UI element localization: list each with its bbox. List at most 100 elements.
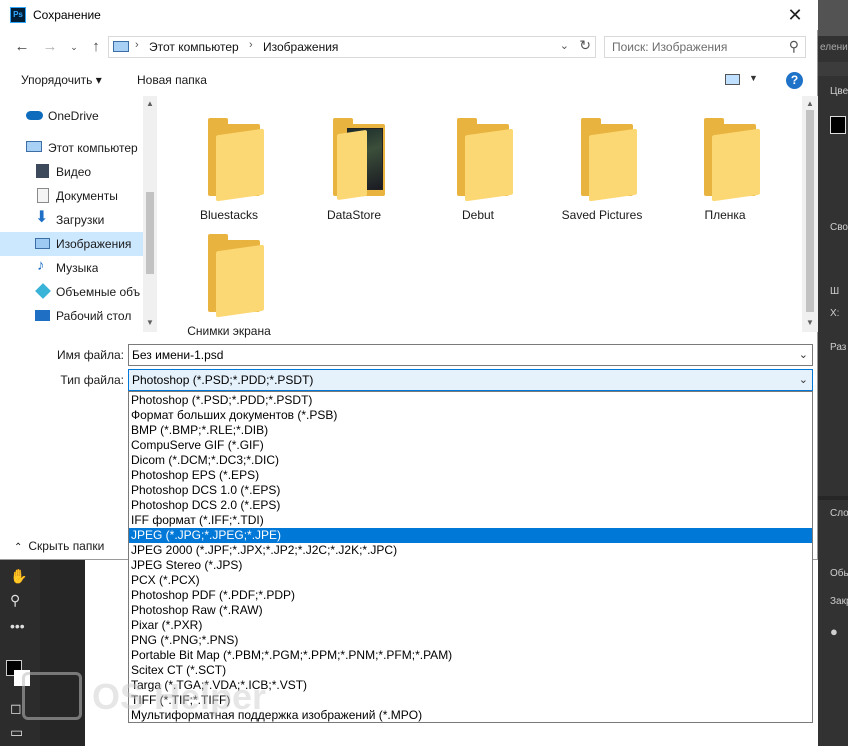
filename-input[interactable] bbox=[132, 347, 782, 363]
address-bar[interactable]: › Этот компьютер › Изображения ⌄ ↻ bbox=[108, 36, 596, 58]
ps-panel-properties: Сво bbox=[830, 222, 848, 233]
eye-icon[interactable]: ● bbox=[830, 624, 838, 639]
filetype-option[interactable]: Photoshop (*.PSD;*.PDD;*.PSDT) bbox=[129, 393, 812, 408]
help-icon[interactable]: ? bbox=[786, 72, 803, 89]
search-box[interactable]: ⚲ bbox=[604, 36, 806, 58]
search-icon[interactable]: ⚲ bbox=[789, 38, 799, 55]
sidebar-item-videos[interactable]: Видео bbox=[0, 160, 143, 184]
scroll-down-icon[interactable]: ▼ bbox=[143, 318, 157, 327]
filetype-option[interactable]: JPEG Stereo (*.JPS) bbox=[129, 558, 812, 573]
sidebar-item-3d-objects[interactable]: Объемные объ bbox=[0, 280, 143, 304]
chevron-up-icon: ⌃ bbox=[14, 542, 23, 553]
folder-item[interactable]: Bluestacks bbox=[174, 104, 284, 222]
filetype-option[interactable]: PNG (*.PNG;*.PNS) bbox=[129, 633, 812, 648]
up-arrow-icon[interactable]: ↑ bbox=[86, 37, 106, 57]
close-button[interactable]: ✕ bbox=[772, 0, 818, 30]
forward-arrow-icon[interactable]: → bbox=[40, 37, 60, 57]
filetype-option[interactable]: Pixar (*.PXR) bbox=[129, 618, 812, 633]
window-title: Сохранение bbox=[33, 8, 101, 22]
sidebar-item-label: Музыка bbox=[56, 261, 99, 275]
quick-mask-icon[interactable]: ◻ bbox=[10, 700, 22, 717]
breadcrumb-pictures[interactable]: Изображения bbox=[263, 40, 338, 54]
filetype-dropdown-list: Photoshop (*.PSD;*.PDD;*.PSDT) Формат бол… bbox=[128, 391, 813, 723]
ps-tab-label: еление bbox=[820, 42, 848, 53]
scroll-up-icon[interactable]: ▲ bbox=[143, 99, 157, 108]
hand-tool-icon[interactable]: ✋ bbox=[10, 568, 27, 585]
folder-icon bbox=[457, 118, 513, 202]
back-arrow-icon[interactable]: ← bbox=[12, 37, 32, 57]
view-options-icon[interactable] bbox=[725, 74, 740, 85]
desktop-icon bbox=[35, 310, 50, 321]
scroll-down-icon[interactable]: ▼ bbox=[802, 318, 818, 327]
organize-button[interactable]: Упорядочить ▾ bbox=[21, 73, 102, 87]
sidebar-item-pictures[interactable]: Изображения bbox=[0, 232, 143, 256]
sidebar-item-this-pc[interactable]: Этот компьютер bbox=[0, 136, 143, 160]
screen-mode-icon[interactable]: ▭ bbox=[10, 724, 23, 741]
folder-item[interactable]: Debut bbox=[423, 104, 533, 222]
foreground-color-swatch[interactable] bbox=[830, 116, 846, 134]
filetype-option[interactable]: BMP (*.BMP;*.RLE;*.DIB) bbox=[129, 423, 812, 438]
sidebar-item-onedrive[interactable]: OneDrive bbox=[0, 104, 143, 128]
sidebar-item-label: Объемные объ bbox=[56, 285, 141, 299]
photoshop-right-panel: еление Цве Сво Ш Х: Раз Сло Обы Закр ● bbox=[818, 0, 848, 746]
filetype-option[interactable]: Photoshop Raw (*.RAW) bbox=[129, 603, 812, 618]
address-dropdown-icon[interactable]: ⌄ bbox=[560, 39, 569, 52]
filename-dropdown-icon[interactable]: ⌄ bbox=[799, 348, 808, 361]
filetype-option[interactable]: PCX (*.PCX) bbox=[129, 573, 812, 588]
filename-combobox[interactable]: ⌄ bbox=[128, 344, 813, 366]
scroll-up-icon[interactable]: ▲ bbox=[802, 99, 818, 108]
filetype-dropdown-icon[interactable]: ⌄ bbox=[799, 373, 808, 386]
navigation-pane: OneDrive Этот компьютер Видео Документы … bbox=[0, 96, 157, 332]
scrollbar-thumb[interactable] bbox=[146, 192, 154, 274]
filetype-option[interactable]: Photoshop PDF (*.PDF;*.PDP) bbox=[129, 588, 812, 603]
filetype-option[interactable]: Portable Bit Map (*.PBM;*.PGM;*.PPM;*.PN… bbox=[129, 648, 812, 663]
breadcrumb-chevron-icon[interactable]: › bbox=[249, 39, 253, 51]
folder-item[interactable]: DataStore bbox=[299, 104, 409, 222]
command-bar: Упорядочить ▾ Новая папка bbox=[0, 66, 818, 94]
sidebar-item-music[interactable]: ♪ Музыка bbox=[0, 256, 143, 280]
view-dropdown-icon[interactable]: ▼ bbox=[749, 73, 758, 83]
new-folder-button[interactable]: Новая папка bbox=[137, 73, 207, 87]
filetype-option[interactable]: Photoshop DCS 1.0 (*.EPS) bbox=[129, 483, 812, 498]
sidebar-item-label: Загрузки bbox=[56, 213, 105, 227]
folder-item[interactable]: Saved Pictures bbox=[547, 104, 657, 222]
filetype-option[interactable]: JPEG (*.JPG;*.JPEG;*.JPE) bbox=[129, 528, 812, 543]
scrollbar-thumb[interactable] bbox=[806, 110, 814, 312]
folder-name: Пленка bbox=[704, 208, 746, 222]
filetype-option[interactable]: Photoshop DCS 2.0 (*.EPS) bbox=[129, 498, 812, 513]
sidebar-item-desktop[interactable]: Рабочий стол bbox=[0, 304, 143, 328]
refresh-icon[interactable]: ↻ bbox=[579, 37, 591, 54]
folder-item[interactable]: Снимки экрана bbox=[174, 220, 284, 338]
filetype-option[interactable]: Photoshop EPS (*.EPS) bbox=[129, 468, 812, 483]
filetype-option[interactable]: Формат больших документов (*.PSB) bbox=[129, 408, 812, 423]
zoom-tool-icon[interactable]: ⚲ bbox=[10, 592, 20, 609]
search-input[interactable] bbox=[606, 38, 776, 56]
sidebar-item-downloads[interactable]: ⬇ Загрузки bbox=[0, 208, 143, 232]
recent-locations-chevron-icon[interactable]: ⌄ bbox=[64, 37, 84, 57]
computer-icon bbox=[26, 141, 42, 152]
filetype-option[interactable]: Dicom (*.DCM;*.DC3;*.DIC) bbox=[129, 453, 812, 468]
filetype-option[interactable]: IFF формат (*.IFF;*.TDI) bbox=[129, 513, 812, 528]
folder-item[interactable]: Пленка bbox=[670, 104, 780, 222]
download-icon: ⬇ bbox=[35, 209, 49, 226]
filetype-option[interactable]: JPEG 2000 (*.JPF;*.JPX;*.JP2;*.J2C;*.J2K… bbox=[129, 543, 812, 558]
computer-icon bbox=[113, 41, 129, 52]
more-tools-icon[interactable]: ••• bbox=[10, 618, 25, 634]
folder-icon bbox=[208, 118, 264, 202]
navigation-scrollbar[interactable]: ▲ ▼ bbox=[143, 96, 157, 332]
breadcrumb-chevron-icon[interactable]: › bbox=[135, 39, 139, 51]
filename-label: Имя файла: bbox=[57, 348, 124, 362]
filetype-option[interactable]: CompuServe GIF (*.GIF) bbox=[129, 438, 812, 453]
sidebar-item-label: Рабочий стол bbox=[56, 309, 132, 323]
filetype-select[interactable]: Photoshop (*.PSD;*.PDD;*.PSDT) ⌄ bbox=[128, 369, 813, 391]
folder-icon bbox=[704, 118, 760, 202]
photoshop-app-icon: Ps bbox=[10, 7, 26, 23]
folder-name: Saved Pictures bbox=[561, 208, 643, 222]
hide-folders-button[interactable]: ⌃ Скрыть папки bbox=[14, 539, 104, 553]
sidebar-item-documents[interactable]: Документы bbox=[0, 184, 143, 208]
filetype-label: Тип файла: bbox=[60, 373, 124, 387]
sidebar-item-label: Видео bbox=[56, 165, 92, 179]
file-list-scrollbar[interactable]: ▲ ▼ bbox=[802, 96, 818, 332]
breadcrumb-this-pc[interactable]: Этот компьютер bbox=[149, 40, 239, 54]
ps-label-x: Х: bbox=[830, 308, 840, 319]
